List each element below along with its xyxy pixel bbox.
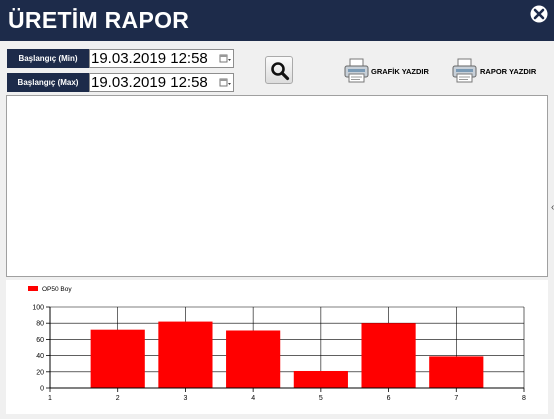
start-min-value: 19.03.2019 12:58 xyxy=(91,50,208,67)
calendar-dropdown-icon[interactable] xyxy=(219,53,232,65)
print-report-label: RAPOR YAZDIR xyxy=(480,67,537,76)
bar xyxy=(226,330,281,388)
production-chart: 0 20 40 60 80 100 1 2 3 4 5 6 7 8 OP50 Boy xyxy=(6,280,548,414)
start-max-value: 19.03.2019 12:58 xyxy=(91,74,208,91)
bar-chart-svg: 0 20 40 60 80 100 1 2 3 4 5 6 7 8 OP50 Boy xyxy=(28,286,526,402)
x-tick-label: 5 xyxy=(319,395,323,402)
report-grid-panel[interactable] xyxy=(6,95,548,277)
y-tick-label: 80 xyxy=(36,321,44,328)
x-tick-label: 2 xyxy=(116,395,120,402)
legend-swatch xyxy=(28,286,38,291)
title-bar: ÜRETİM RAPOR xyxy=(0,0,554,41)
search-icon xyxy=(271,62,290,81)
window-title: ÜRETİM RAPOR xyxy=(8,7,190,33)
y-tick-label: 60 xyxy=(36,337,44,344)
bar xyxy=(361,323,416,388)
bar xyxy=(158,321,213,388)
search-button[interactable] xyxy=(265,56,293,84)
x-tick-label: 6 xyxy=(387,395,391,402)
bar xyxy=(90,329,145,388)
x-tick-label: 8 xyxy=(522,395,526,402)
legend-label: OP50 Boy xyxy=(42,286,72,293)
start-min-datepicker[interactable]: 19.03.2019 12:58 xyxy=(89,49,234,68)
y-tick-label: 40 xyxy=(36,353,44,360)
calendar-dropdown-icon[interactable] xyxy=(219,77,232,89)
y-tick-label: 100 xyxy=(32,305,44,312)
print-chart-label: GRAFİK YAZDIR xyxy=(371,67,429,76)
x-tick-label: 3 xyxy=(183,395,187,402)
x-tick-label: 1 xyxy=(48,395,52,402)
close-icon xyxy=(530,5,548,23)
printer-icon xyxy=(344,58,369,83)
bar xyxy=(429,356,484,388)
bar xyxy=(293,370,348,388)
start-max-label: Başlangıç (Max) xyxy=(7,73,89,92)
start-max-datepicker[interactable]: 19.03.2019 12:58 xyxy=(89,73,234,92)
print-chart-button[interactable]: GRAFİK YAZDIR xyxy=(343,58,435,84)
start-min-label: Başlangıç (Min) xyxy=(7,49,89,68)
printer-icon xyxy=(452,58,477,83)
x-tick-label: 7 xyxy=(454,395,458,402)
y-tick-label: 20 xyxy=(36,369,44,376)
x-tick-label: 4 xyxy=(251,395,255,402)
close-button[interactable] xyxy=(530,5,548,23)
print-report-button[interactable]: RAPOR YAZDIR xyxy=(451,58,547,84)
y-tick-label: 0 xyxy=(40,386,44,393)
